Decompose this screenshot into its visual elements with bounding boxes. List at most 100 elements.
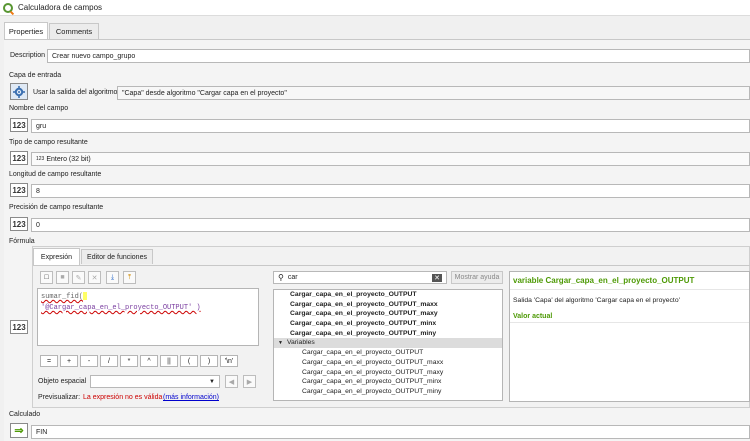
operator-label: = — [46, 357, 52, 365]
formula-label: Fórmula — [9, 238, 35, 245]
preview-label: Previsualizar: — [38, 394, 81, 401]
import-icon[interactable]: ⤓ — [106, 271, 119, 284]
function-list: Cargar_capa_en_el_proyecto_OUTPUT Cargar… — [273, 289, 503, 401]
field-length-input[interactable]: 8 — [31, 184, 750, 198]
operator-minus-button[interactable]: - — [80, 355, 98, 367]
operator-label: ^ — [147, 357, 151, 365]
chevron-down-icon: ▼ — [209, 378, 215, 385]
operator-newline-button[interactable]: '\n' — [220, 355, 238, 367]
previous-feature-icon[interactable]: ◀ — [225, 375, 238, 388]
output-arrow-icon[interactable]: ⇒ — [10, 423, 28, 438]
spatial-object-select[interactable]: ▼ — [90, 375, 220, 388]
operator-label: ( — [187, 357, 191, 365]
chevron-down-icon: ▼ — [278, 340, 283, 347]
calculated-output-field[interactable]: FIN — [31, 425, 750, 439]
edit-icon[interactable]: ✎ — [72, 271, 85, 284]
field-name-input[interactable]: gru — [31, 119, 750, 133]
description-value: Crear nuevo campo_grupo — [52, 52, 136, 60]
field-name-value: gru — [36, 122, 47, 130]
help-title: variable Cargar_capa_en_el_proyecto_OUTP… — [510, 272, 749, 290]
export-icon[interactable]: ⤒ — [123, 271, 136, 284]
operator-divide-button[interactable]: / — [100, 355, 118, 367]
operator-equals-button[interactable]: = — [40, 355, 58, 367]
input-layer-field[interactable]: "Capa" desde algoritmo "Cargar capa en e… — [117, 86, 750, 100]
tab-properties[interactable]: Properties — [4, 22, 48, 40]
spatial-object-label: Objeto espacial — [38, 378, 87, 385]
list-group-variables[interactable]: ▼ Variables — [274, 338, 502, 349]
input-layer-label: Capa de entrada — [9, 72, 62, 79]
list-item[interactable]: Cargar_capa_en_el_proyecto_OUTPUT_maxy — [274, 368, 502, 378]
field-precision-input[interactable]: 0 — [31, 218, 750, 232]
list-item[interactable]: Cargar_capa_en_el_proyecto_OUTPUT_minx — [274, 319, 502, 329]
integer-type-icon: 123 — [36, 156, 45, 162]
list-item-label: Cargar_capa_en_el_proyecto_OUTPUT — [290, 291, 417, 298]
operator-label: / — [108, 357, 110, 365]
list-item-label: Cargar_capa_en_el_proyecto_OUTPUT_minx — [302, 378, 442, 386]
list-item-label: Cargar_capa_en_el_proyecto_OUTPUT — [302, 349, 424, 357]
new-file-icon[interactable]: □ — [40, 271, 53, 284]
operator-power-button[interactable]: ^ — [140, 355, 158, 367]
more-info-link[interactable]: (más información) — [163, 394, 219, 401]
description-input[interactable]: Crear nuevo campo_grupo — [47, 49, 750, 63]
field-length-label: Longitud de campo resultante — [9, 171, 102, 178]
list-item[interactable]: Cargar_capa_en_el_proyecto_OUTPUT_miny — [274, 329, 502, 339]
cursor-highlight — [83, 292, 88, 300]
calculated-value: FIN — [36, 428, 48, 436]
next-feature-icon[interactable]: ▶ — [243, 375, 256, 388]
numeric-icon-text: 123 — [12, 185, 26, 195]
save-file-icon[interactable]: ■ — [56, 271, 69, 284]
help-description: Salida 'Capa' del algoritmo 'Cargar capa… — [513, 297, 680, 304]
algorithm-output-icon[interactable] — [10, 83, 28, 100]
expression-editor[interactable]: sumar_fid( '@Cargar_capa_en_el_proyecto_… — [37, 288, 259, 346]
field-type-value: Entero (32 bit) — [46, 155, 91, 163]
search-input[interactable]: ⚲ car ✕ — [273, 271, 447, 284]
list-item-label: Cargar_capa_en_el_proyecto_OUTPUT_miny — [302, 387, 442, 395]
expression-line-1: sumar_fid( — [41, 292, 84, 301]
tab-expression-label: Expresión — [40, 253, 73, 261]
field-length-numeric-icon[interactable]: 123 — [10, 183, 28, 197]
operator-open-paren-button[interactable]: ( — [180, 355, 198, 367]
numeric-icon-text: 123 — [12, 219, 26, 229]
operator-multiply-button[interactable]: * — [120, 355, 138, 367]
operator-label: + — [66, 357, 72, 365]
list-item[interactable]: Cargar_capa_en_el_proyecto_OUTPUT_maxy — [274, 309, 502, 319]
list-item[interactable]: Cargar_capa_en_el_proyecto_OUTPUT_minx — [274, 377, 502, 387]
algorithm-output-option: Usar la salida del algoritmo — [33, 89, 118, 96]
operator-close-paren-button[interactable]: ) — [200, 355, 218, 367]
operator-label: '\n' — [224, 357, 234, 365]
numeric-icon-text: 123 — [12, 153, 26, 163]
tab-comments[interactable]: Comments — [49, 23, 99, 39]
numeric-icon-text: 123 — [12, 322, 26, 332]
input-layer-value: "Capa" desde algoritmo "Cargar capa en e… — [122, 89, 287, 97]
list-item[interactable]: Cargar_capa_en_el_proyecto_OUTPUT_miny — [274, 387, 502, 397]
window-titlebar: Calculadora de campos — [0, 0, 750, 16]
field-type-select[interactable]: 123 Entero (32 bit) — [31, 152, 750, 166]
field-type-numeric-icon[interactable]: 123 — [10, 151, 28, 165]
current-value-heading: Valor actual — [510, 311, 749, 323]
field-name-numeric-icon[interactable]: 123 — [10, 118, 28, 132]
list-item-label: Cargar_capa_en_el_proyecto_OUTPUT_maxx — [302, 358, 444, 366]
list-item[interactable]: Cargar_capa_en_el_proyecto_OUTPUT_maxx — [274, 300, 502, 310]
field-precision-numeric-icon[interactable]: 123 — [10, 217, 28, 231]
list-item-label: Cargar_capa_en_el_proyecto_OUTPUT_minx — [290, 320, 437, 328]
list-item[interactable]: Cargar_capa_en_el_proyecto_OUTPUT — [274, 290, 502, 300]
show-help-label: Mostrar ayuda — [454, 274, 500, 281]
clear-search-icon[interactable]: ✕ — [432, 273, 442, 282]
tab-divider — [33, 265, 750, 266]
operator-concat-button[interactable]: || — [160, 355, 178, 367]
list-item[interactable]: Cargar_capa_en_el_proyecto_OUTPUT_maxx — [274, 358, 502, 368]
tab-function-editor[interactable]: Editor de funciones — [81, 249, 153, 264]
list-item[interactable]: Cargar_capa_en_el_proyecto_OUTPUT — [274, 348, 502, 358]
list-item-label: Cargar_capa_en_el_proyecto_OUTPUT_maxx — [290, 300, 438, 308]
tab-expression[interactable]: Expresión — [33, 248, 80, 265]
preview-error: La expresión no es válida — [83, 394, 163, 401]
tab-comments-label: Comments — [55, 27, 93, 36]
field-precision-value: 0 — [36, 221, 40, 229]
numeric-icon-text: 123 — [12, 120, 26, 130]
delete-icon[interactable]: ✕ — [88, 271, 101, 284]
list-item-label: Cargar_capa_en_el_proyecto_OUTPUT_maxy — [290, 310, 438, 318]
field-name-label: Nombre del campo — [9, 105, 69, 112]
operator-plus-button[interactable]: + — [60, 355, 78, 367]
formula-numeric-icon[interactable]: 123 — [10, 320, 28, 334]
show-help-button[interactable]: Mostrar ayuda — [451, 271, 503, 284]
